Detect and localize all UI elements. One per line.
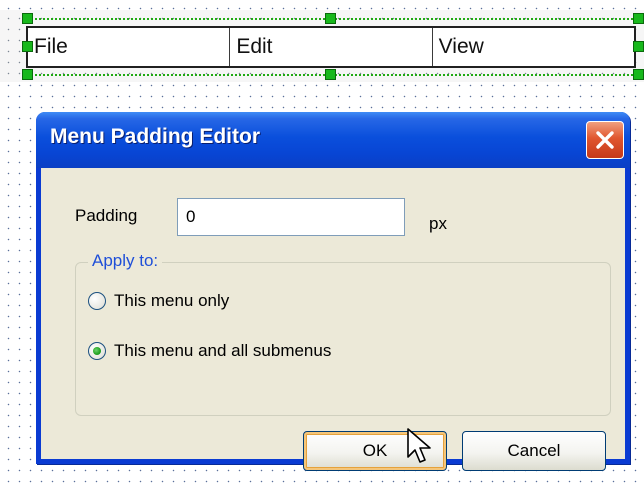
resize-handle-bottom-middle[interactable]	[325, 69, 336, 80]
menu-bar[interactable]: File Edit View	[26, 26, 636, 68]
close-icon	[596, 131, 614, 149]
padding-input[interactable]	[177, 198, 405, 236]
cancel-button[interactable]: Cancel	[462, 431, 606, 471]
resize-handle-top-right[interactable]	[633, 13, 644, 24]
mouse-pointer-icon	[407, 428, 431, 463]
menu-item-view[interactable]: View	[433, 28, 634, 66]
dialog-body: Padding px Apply to: This menu only This…	[41, 168, 625, 471]
resize-handle-bottom-left[interactable]	[22, 69, 33, 80]
option-this-menu-and-submenus[interactable]: This menu and all submenus	[88, 341, 331, 361]
menu-item-file[interactable]: File	[28, 28, 231, 66]
resize-handle-middle-left[interactable]	[22, 41, 33, 52]
menu-item-edit[interactable]: Edit	[230, 28, 433, 66]
menu-padding-editor-dialog: Menu Padding Editor Padding px Apply to:…	[36, 112, 630, 471]
radio-this-menu-and-submenus[interactable]	[88, 342, 106, 360]
dialog-title: Menu Padding Editor	[50, 125, 260, 148]
option-label-this-menu-and-submenus: This menu and all submenus	[114, 341, 332, 360]
dialog-titlebar[interactable]: Menu Padding Editor	[36, 112, 630, 168]
option-this-menu-only[interactable]: This menu only	[88, 291, 229, 311]
apply-to-group: Apply to: This menu only This menu and a…	[75, 251, 611, 416]
radio-this-menu-only[interactable]	[88, 292, 106, 310]
close-button[interactable]	[586, 121, 624, 159]
resize-handle-middle-right[interactable]	[633, 41, 644, 52]
resize-handle-top-left[interactable]	[22, 13, 33, 24]
apply-to-group-label: Apply to:	[88, 251, 163, 271]
resize-handle-top-middle[interactable]	[325, 13, 336, 24]
option-label-this-menu-only: This menu only	[114, 291, 230, 310]
resize-handle-bottom-right[interactable]	[633, 69, 644, 80]
padding-unit-label: px	[429, 214, 447, 233]
padding-label: Padding	[75, 206, 138, 225]
